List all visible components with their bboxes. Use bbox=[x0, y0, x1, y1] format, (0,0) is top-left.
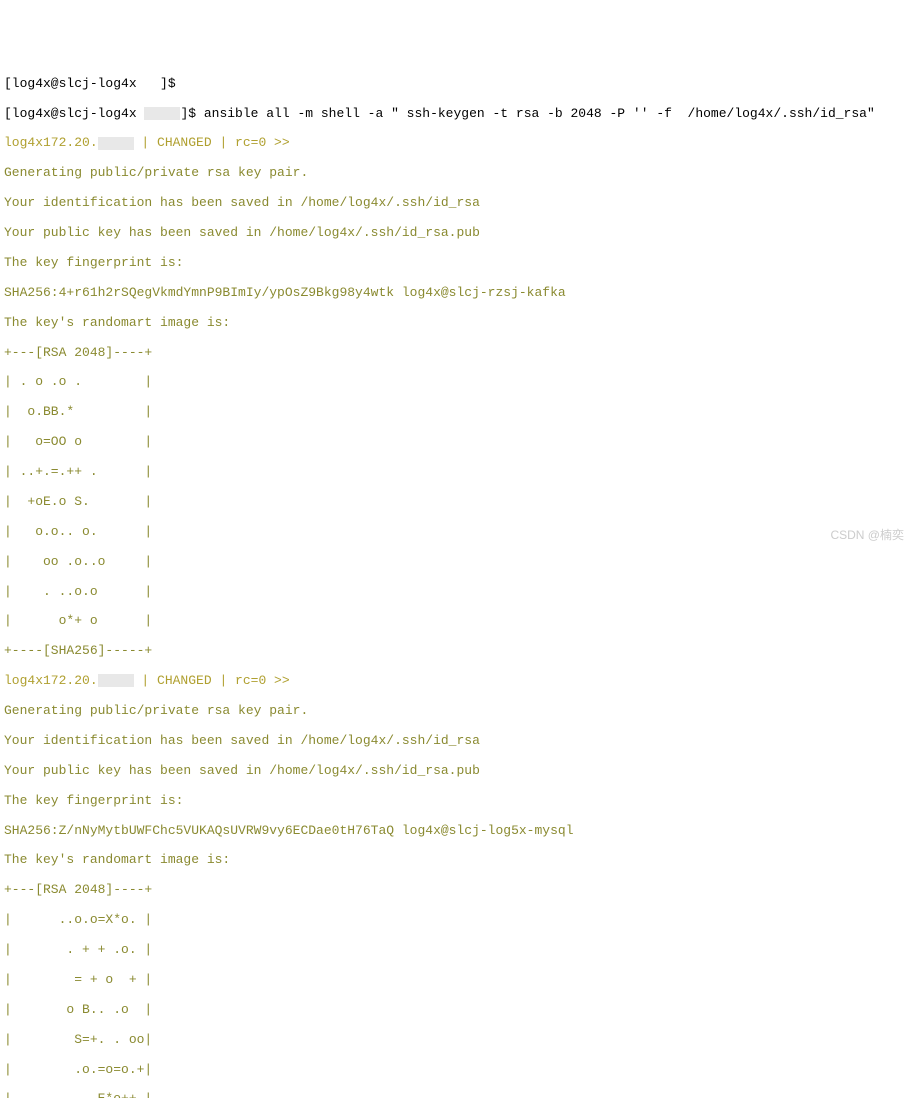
prompt-command-line[interactable]: [log4x@slcj-log4x ]$ ansible all -m shel… bbox=[4, 107, 908, 122]
output-line: SHA256:4+r61h2rSQegVkmdYmnP9BImIy/ypOsZ9… bbox=[4, 286, 908, 301]
output-line: The key fingerprint is: bbox=[4, 794, 908, 809]
randomart-line: | o*+ o | bbox=[4, 614, 908, 629]
censored-ip bbox=[98, 137, 134, 150]
randomart-line: | . + + .o. | bbox=[4, 943, 908, 958]
host2-header: log4x172.20. | CHANGED | rc=0 >> bbox=[4, 674, 908, 689]
output-line: SHA256:Z/nNyMytbUWFChc5VUKAQsUVRW9vy6ECD… bbox=[4, 824, 908, 839]
output-line: Generating public/private rsa key pair. bbox=[4, 704, 908, 719]
randomart-line: | o.o.. o. | bbox=[4, 525, 908, 540]
prompt-line-truncated: [log4x@slcj-log4x ]$ bbox=[4, 77, 908, 92]
host1-status: | CHANGED | rc=0 >> bbox=[134, 135, 290, 150]
prompt-suffix: ]$ bbox=[180, 106, 203, 121]
terminal-output: [log4x@slcj-log4x ]$ [log4x@slcj-log4x ]… bbox=[4, 62, 908, 1098]
output-line: The key fingerprint is: bbox=[4, 256, 908, 271]
randomart-line: | S=+. . oo| bbox=[4, 1033, 908, 1048]
prompt-prefix: [log4x@slcj-log4x bbox=[4, 106, 144, 121]
host1-header: log4x172.20. | CHANGED | rc=0 >> bbox=[4, 136, 908, 151]
randomart-line: | ..o.o=X*o. | bbox=[4, 913, 908, 928]
randomart-line: | . E*o++ | bbox=[4, 1092, 908, 1098]
watermark: CSDN @楠奕 bbox=[830, 529, 904, 543]
randomart-line: +---[RSA 2048]----+ bbox=[4, 883, 908, 898]
output-line: The key's randomart image is: bbox=[4, 853, 908, 868]
censored-ip bbox=[98, 674, 134, 687]
randomart-line: | o=OO o | bbox=[4, 435, 908, 450]
host2-ip-prefix: log4x172.20. bbox=[4, 673, 98, 688]
randomart-line: | o B.. .o | bbox=[4, 1003, 908, 1018]
randomart-line: | +oE.o S. | bbox=[4, 495, 908, 510]
censored-host bbox=[144, 107, 180, 120]
output-line: Generating public/private rsa key pair. bbox=[4, 166, 908, 181]
host2-status: | CHANGED | rc=0 >> bbox=[134, 673, 290, 688]
output-line: Your identification has been saved in /h… bbox=[4, 196, 908, 211]
randomart-line: | o.BB.* | bbox=[4, 405, 908, 420]
randomart-line: | . o .o . | bbox=[4, 375, 908, 390]
randomart-line: +----[SHA256]-----+ bbox=[4, 644, 908, 659]
output-line: Your identification has been saved in /h… bbox=[4, 734, 908, 749]
randomart-line: | oo .o..o | bbox=[4, 555, 908, 570]
host1-ip-prefix: log4x172.20. bbox=[4, 135, 98, 150]
output-line: Your public key has been saved in /home/… bbox=[4, 764, 908, 779]
randomart-line: | = + o + | bbox=[4, 973, 908, 988]
output-line: Your public key has been saved in /home/… bbox=[4, 226, 908, 241]
randomart-line: +---[RSA 2048]----+ bbox=[4, 346, 908, 361]
randomart-line: | .o.=o=o.+| bbox=[4, 1063, 908, 1078]
randomart-line: | ..+.=.++ . | bbox=[4, 465, 908, 480]
command-text: ansible all -m shell -a " ssh-keygen -t … bbox=[204, 106, 875, 121]
randomart-line: | . ..o.o | bbox=[4, 585, 908, 600]
output-line: The key's randomart image is: bbox=[4, 316, 908, 331]
